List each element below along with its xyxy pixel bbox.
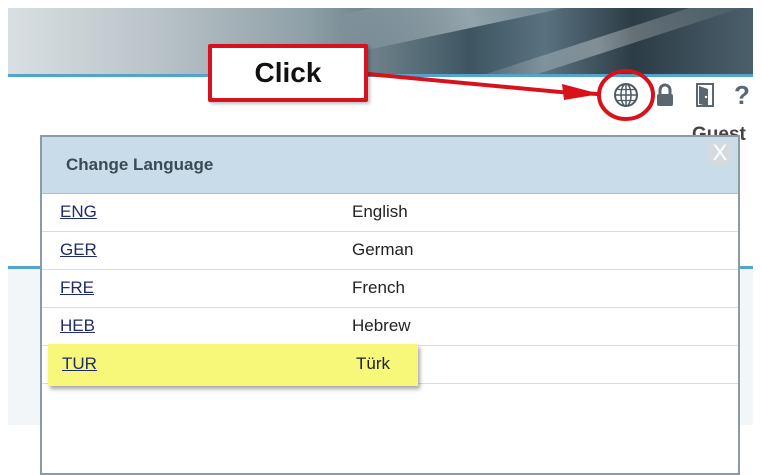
list-item[interactable]: HEB Hebrew bbox=[42, 308, 738, 346]
lock-icon[interactable] bbox=[654, 80, 676, 110]
click-callout: Click bbox=[208, 44, 368, 102]
list-item[interactable]: FRE French bbox=[42, 270, 738, 308]
language-code-link[interactable]: ENG bbox=[60, 202, 97, 222]
banner-decoration bbox=[336, 8, 600, 55]
globe-icon[interactable] bbox=[610, 80, 642, 110]
header-banner bbox=[8, 8, 753, 76]
language-name: German bbox=[352, 240, 414, 259]
language-code-link[interactable]: HEB bbox=[60, 316, 95, 336]
help-icon[interactable]: ? bbox=[730, 80, 754, 110]
list-item[interactable]: GER German bbox=[42, 232, 738, 270]
highlighted-language-item[interactable]: TUR Türk bbox=[48, 344, 418, 386]
logout-door-icon[interactable] bbox=[694, 80, 716, 110]
language-name: English bbox=[352, 202, 408, 221]
list-item[interactable]: ENG English bbox=[42, 194, 738, 232]
language-name: Türk bbox=[356, 354, 390, 373]
dialog-title: Change Language bbox=[66, 155, 214, 174]
language-code-link[interactable]: GER bbox=[60, 240, 97, 260]
change-language-dialog: Change Language X ENG English GER German… bbox=[40, 135, 740, 475]
language-name: French bbox=[352, 278, 405, 297]
language-code-link[interactable]: TUR bbox=[62, 354, 97, 374]
header-divider bbox=[8, 74, 753, 77]
language-code-link[interactable]: FRE bbox=[60, 278, 94, 298]
close-icon[interactable]: X bbox=[708, 141, 732, 165]
language-name: Hebrew bbox=[352, 316, 411, 335]
dialog-header: Change Language bbox=[42, 137, 738, 194]
